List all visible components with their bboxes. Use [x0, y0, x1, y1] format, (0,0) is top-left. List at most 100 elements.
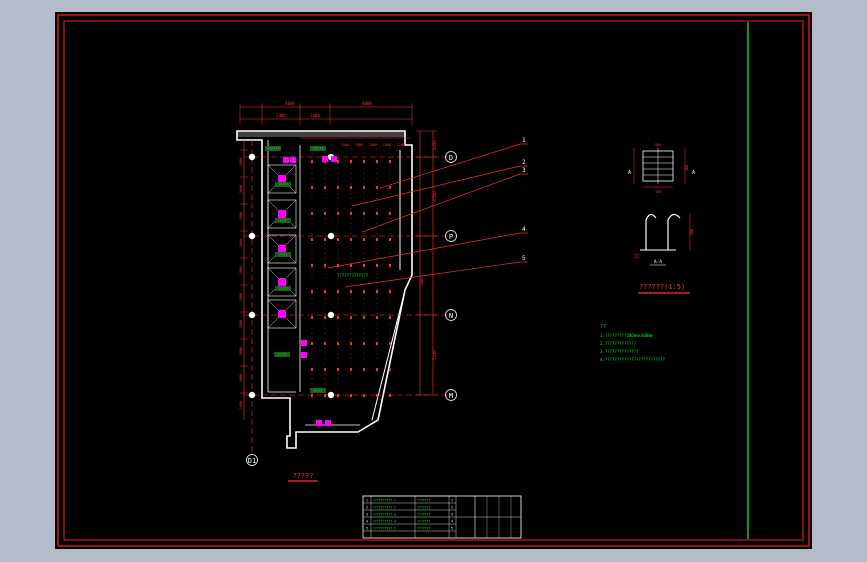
- pipe-mark: [376, 264, 378, 267]
- equipment-pump: [278, 310, 286, 318]
- pipe-mark: [324, 186, 326, 189]
- column-node: [327, 232, 335, 240]
- title-block-cell: 2: [451, 506, 453, 510]
- title-block-cell: 1: [366, 499, 368, 503]
- pipe-mark: [389, 316, 391, 319]
- notes-heading: ??: [600, 324, 606, 330]
- dim-text: 2400: [239, 293, 243, 301]
- equipment-unit: [325, 420, 331, 426]
- pipe-mark: [311, 342, 313, 345]
- floor-annotation: ?????????????: [337, 273, 369, 278]
- dim-text: 1800: [239, 158, 243, 166]
- column-node: [327, 391, 335, 399]
- title-block-cell: ??????????-5: [373, 527, 396, 531]
- pipe-mark: [376, 212, 378, 215]
- dim-text: 3600: [239, 239, 243, 247]
- title-block-cell: ??????????-1: [373, 499, 396, 503]
- inner-wall-diagonal: [371, 289, 406, 421]
- callout-number: 2: [522, 159, 526, 166]
- cad-viewer: D P N M D1 4600 8800 2400 1600 1500 1800 1800 1500 12…: [0, 0, 867, 562]
- pipe-mark: [350, 264, 352, 267]
- design-notes: ?? 1.?????????200mm×300mm 2.????????????? 3…: [600, 324, 666, 362]
- dim-text: 7800: [419, 277, 424, 287]
- pipe-mark: [337, 212, 339, 215]
- title-block-cell: ??????????-2: [373, 506, 396, 510]
- pipe-mark: [350, 342, 352, 345]
- pipe-mark: [311, 160, 313, 163]
- pipe-mark: [337, 368, 339, 371]
- room-label: ????: [278, 353, 287, 357]
- dim-text: 1500: [383, 143, 391, 147]
- pipe-mark: [311, 290, 313, 293]
- dim-text: 2400: [239, 401, 243, 409]
- pipe-mark: [363, 368, 365, 371]
- axis-label: D: [449, 154, 453, 162]
- dim-text: 2400: [276, 113, 286, 118]
- note-line: 1.?????????200mm×300mm: [600, 333, 654, 338]
- pipe-mark: [389, 160, 391, 163]
- title-block-cell: 5: [366, 527, 368, 531]
- callout-number: 3: [522, 167, 526, 174]
- equipment-pump: [278, 245, 286, 253]
- title-block-cell: 4: [451, 520, 453, 524]
- pipe-mark: [389, 264, 391, 267]
- section-mark: A: [692, 170, 695, 176]
- pipe-mark: [363, 316, 365, 319]
- section-caption: A-A: [654, 259, 662, 265]
- section-detail: A A 500 300 300 200 A-A ??????(1:5): [628, 143, 695, 294]
- pipe-mark: [363, 238, 365, 241]
- title-block-cell: ??????????-3: [373, 513, 396, 517]
- dim-text: 5100: [432, 350, 437, 360]
- pipe-mark: [324, 316, 326, 319]
- equipment-unit: [301, 340, 307, 346]
- pipe-mark: [363, 264, 365, 267]
- room-label: ????: [279, 287, 288, 291]
- section-mark: A: [628, 170, 631, 176]
- pipe-mark: [350, 238, 352, 241]
- pipe-mark: [350, 160, 352, 163]
- pipe-mark: [350, 186, 352, 189]
- pipe-mark: [389, 394, 391, 397]
- pipe-mark: [350, 316, 352, 319]
- callout-number: 4: [522, 226, 526, 233]
- room-label: ????: [279, 253, 288, 257]
- equipment-unit: [283, 157, 289, 163]
- room-label: ????: [279, 183, 288, 187]
- column-node: [327, 311, 335, 319]
- pipe-mark: [376, 186, 378, 189]
- pipe-mark: [389, 212, 391, 215]
- dim-text: 1500: [341, 143, 349, 147]
- axis-label: D1: [248, 457, 256, 465]
- pipe-mark: [350, 212, 352, 215]
- note-line: 4.?????????????????????????: [600, 357, 666, 362]
- pipe-mark: [337, 238, 339, 241]
- pipe-mark: [324, 368, 326, 371]
- detail-title: ??????(1:5): [639, 283, 685, 291]
- equipment-unit: [290, 157, 296, 163]
- pipe-mark: [389, 368, 391, 371]
- dim-text: 8800: [362, 101, 372, 106]
- pipe-mark: [324, 290, 326, 293]
- building-wall: [236, 130, 413, 449]
- dim-text: 1800: [239, 212, 243, 220]
- equipment-unit: [316, 420, 322, 426]
- pipe-mark: [324, 238, 326, 241]
- detail-dim-text: 300: [655, 190, 661, 194]
- pipe-mark: [311, 394, 313, 397]
- title-block-cell: ??????????-4: [373, 520, 396, 524]
- title-block-cell: 1: [451, 499, 453, 503]
- drawing-viewport[interactable]: D P N M D1 4600 8800 2400 1600 1500 1800 1800 1500 12…: [55, 12, 812, 549]
- pipe-mark: [324, 212, 326, 215]
- title-block-cell: ???????: [417, 527, 431, 531]
- pipe-mark: [376, 316, 378, 319]
- floor-plan: DPNMD14600 88002400 16001500 1800 1800 1500 12…: [236, 101, 528, 482]
- equipment-unit: [301, 352, 307, 358]
- dim-text: 3600: [239, 185, 243, 193]
- dim-text: 6500: [432, 191, 437, 201]
- pipe-mark: [337, 316, 339, 319]
- callout-number: 1: [522, 137, 526, 144]
- axis-label: P: [449, 233, 453, 241]
- pipe-mark: [389, 238, 391, 241]
- pipe-mark: [337, 290, 339, 293]
- anchor-marker: [634, 253, 640, 259]
